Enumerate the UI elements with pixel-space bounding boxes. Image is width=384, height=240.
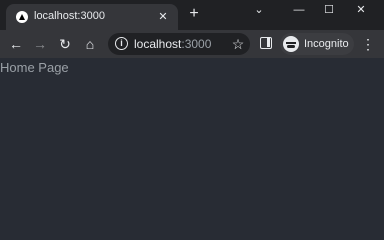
close-icon[interactable]: ✕: [346, 2, 376, 18]
plus-icon[interactable]: +: [186, 6, 202, 22]
url-host: localhost: [134, 37, 182, 51]
info-icon[interactable]: i: [115, 37, 128, 50]
minimize-icon[interactable]: —: [284, 2, 314, 18]
url-text[interactable]: localhost:3000: [134, 37, 211, 51]
maximize-icon[interactable]: ☐: [314, 2, 344, 18]
browser-chrome: localhost:3000 ✕ + ⌄ — ☐ ✕ ← → ↻ ⌂ i loc…: [0, 0, 384, 58]
tab-title: localhost:3000: [34, 10, 105, 22]
star-icon[interactable]: ☆: [230, 35, 246, 53]
toolbar: ← → ↻ ⌂ i localhost:3000 ☆ Incognito ⋮: [0, 30, 384, 58]
incognito-icon: [283, 36, 299, 52]
incognito-profile-button[interactable]: Incognito: [280, 33, 354, 55]
reload-icon[interactable]: ↻: [55, 34, 75, 54]
chevron-down-icon[interactable]: ⌄: [244, 2, 274, 18]
home-page-text: Home Page: [0, 60, 69, 75]
url-port: :3000: [181, 37, 212, 51]
tab-strip: localhost:3000 ✕ + ⌄ — ☐ ✕: [0, 0, 384, 30]
incognito-label: Incognito: [304, 38, 349, 50]
side-panel-icon[interactable]: [260, 37, 272, 49]
tab-localhost[interactable]: localhost:3000 ✕: [6, 4, 178, 30]
close-icon[interactable]: ✕: [156, 10, 170, 24]
more-vert-icon[interactable]: ⋮: [358, 34, 378, 54]
home-icon[interactable]: ⌂: [80, 34, 100, 54]
page-content: Home Page: [0, 58, 384, 220]
vercel-triangle-icon: [16, 11, 28, 23]
forward-arrow-icon[interactable]: →: [30, 34, 50, 54]
back-arrow-icon[interactable]: ←: [6, 34, 26, 54]
address-bar[interactable]: i localhost:3000 ☆: [108, 33, 250, 55]
